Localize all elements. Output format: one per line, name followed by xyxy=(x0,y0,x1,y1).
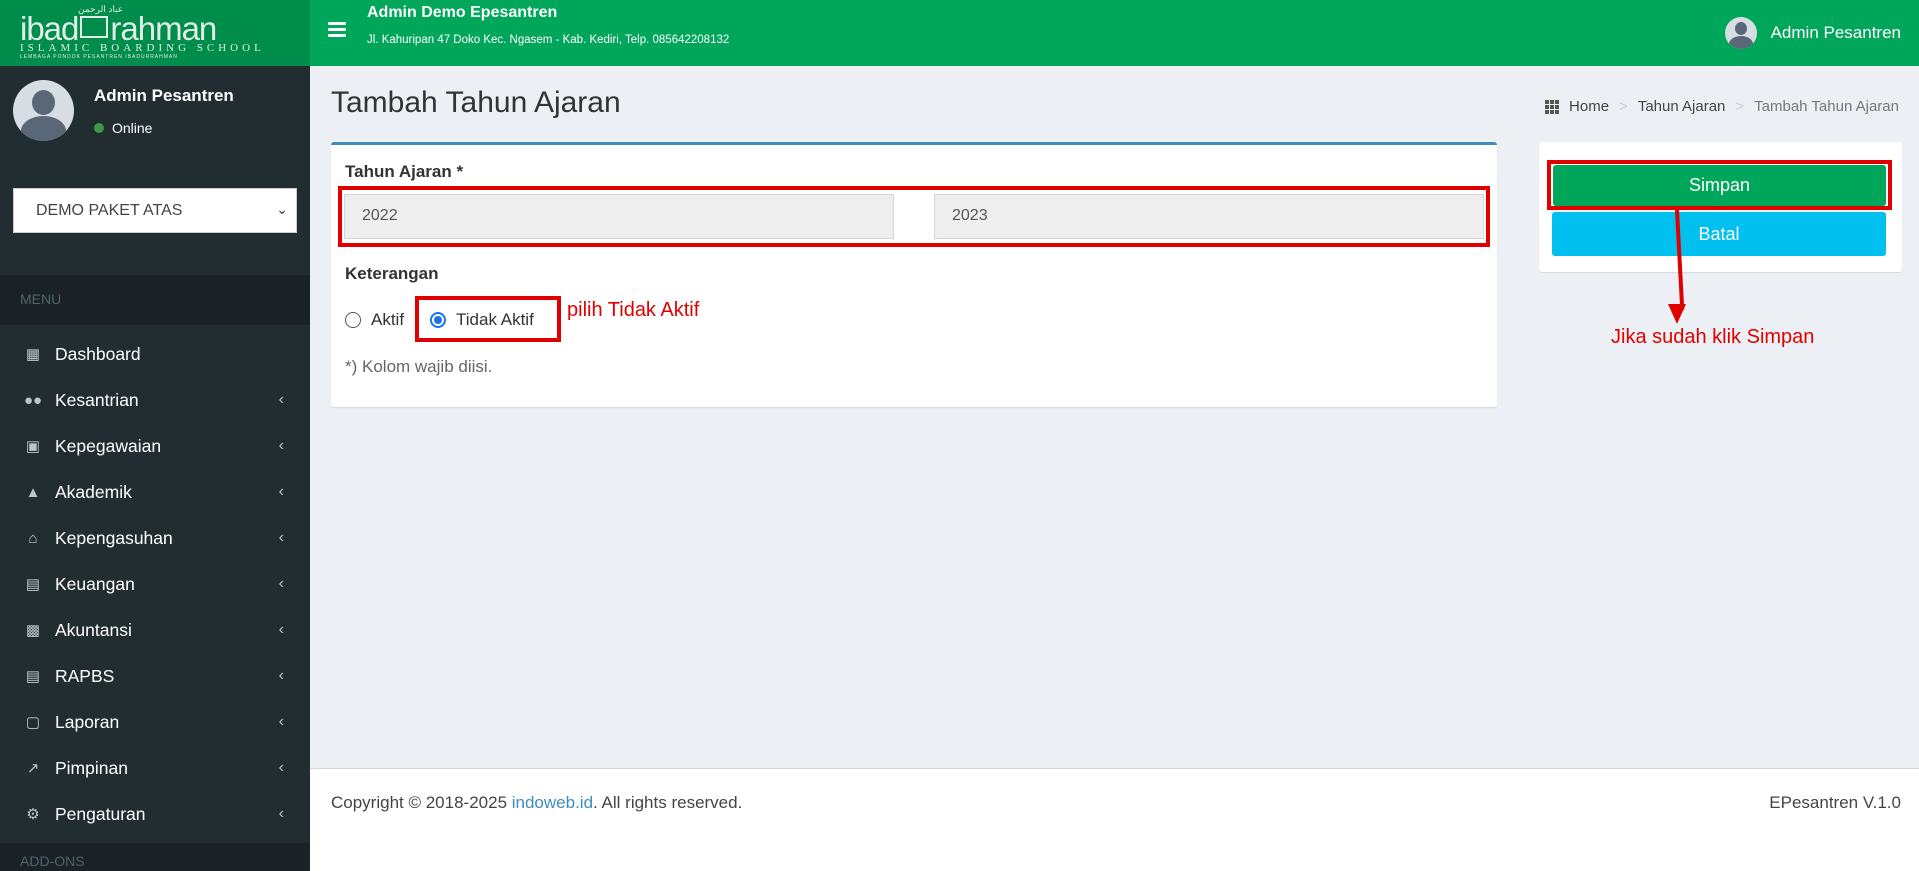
required-note: *) Kolom wajib diisi. xyxy=(345,357,493,376)
tahun-ajaran-label: Tahun Ajaran * xyxy=(345,162,464,181)
sidebar-item-kesantrian[interactable]: ●● Kesantrian ‹ xyxy=(0,380,310,420)
user-status: Online xyxy=(94,120,152,136)
sidebar: Admin Pesantren Online DEMO PAKET ATAS ⌄… xyxy=(0,66,310,871)
briefcase-icon: ▣ xyxy=(25,438,41,455)
breadcrumb-separator: > xyxy=(1735,98,1745,115)
top-navbar: عباد الرحمن ibad rahman ISLAMIC BOARDING … xyxy=(0,0,1919,66)
chevron-left-icon: ‹ xyxy=(278,805,284,822)
addons-header: ADD-ONS xyxy=(0,843,310,871)
chevron-left-icon: ‹ xyxy=(278,621,284,638)
logo-mark-icon xyxy=(80,16,109,38)
radio-aktif[interactable]: Aktif xyxy=(345,310,404,330)
sidebar-user-name: Admin Pesantren xyxy=(94,86,234,105)
chevron-left-icon: ‹ xyxy=(278,667,284,684)
app-address: Jl. Kahuripan 47 Doko Kec. Ngasem - Kab.… xyxy=(367,34,730,46)
cancel-button[interactable]: Batal xyxy=(1552,212,1886,256)
sidebar-item-pengaturan[interactable]: ⚙ Pengaturan ‹ xyxy=(0,794,310,834)
graduation-cap-icon: ▲ xyxy=(25,483,41,501)
breadcrumb-home[interactable]: Home xyxy=(1569,98,1609,115)
app-title: Admin Demo Epesantren xyxy=(367,4,558,21)
user-avatar-icon xyxy=(1724,17,1757,49)
keterangan-label: Keterangan xyxy=(345,264,439,283)
avatar xyxy=(13,80,74,141)
footer: Copyright © 2018-2025 indoweb.id. All ri… xyxy=(310,768,1919,871)
package-select[interactable]: DEMO PAKET ATAS ⌄ xyxy=(13,188,297,233)
chevron-left-icon: ‹ xyxy=(278,529,284,546)
highlight-tahun-inputs xyxy=(338,186,1490,247)
breadcrumb-separator: > xyxy=(1619,98,1628,115)
user-menu-name: Admin Pesantren xyxy=(1770,23,1901,42)
breadcrumb: Home > Tahun Ajaran > Tambah Tahun Ajara… xyxy=(1545,98,1899,115)
logo-subtitle-small: LEMBAGA PONDOK PESANTREN IBADURRAHMAN xyxy=(20,54,178,60)
online-dot-icon xyxy=(94,123,104,133)
sidebar-toggle-icon[interactable] xyxy=(328,22,346,38)
sidebar-item-rapbs[interactable]: ▤ RAPBS ‹ xyxy=(0,656,310,696)
footer-link[interactable]: indoweb.id xyxy=(512,793,593,812)
dashboard-grid-icon xyxy=(1545,99,1560,114)
chevron-left-icon: ‹ xyxy=(278,483,284,500)
sidebar-item-laporan[interactable]: ▢ Laporan ‹ xyxy=(0,702,310,742)
copyright: Copyright © 2018-2025 indoweb.id. All ri… xyxy=(331,793,743,812)
highlight-tidak-aktif xyxy=(415,296,561,342)
page-title: Tambah Tahun Ajaran xyxy=(331,86,621,119)
book-icon: ▩ xyxy=(25,622,41,639)
home-icon: ⌂ xyxy=(28,529,38,547)
grid-icon: ▦ xyxy=(25,346,41,363)
line-chart-icon: ↗ xyxy=(26,760,40,777)
radio-hint-annotation: pilih Tidak Aktif xyxy=(567,299,700,321)
sidebar-item-akuntansi[interactable]: ▩ Akuntansi ‹ xyxy=(0,610,310,650)
chevron-down-icon: ⌄ xyxy=(276,201,288,217)
brand-logo[interactable]: عباد الرحمن ibad rahman ISLAMIC BOARDING … xyxy=(0,0,310,66)
chevron-left-icon: ‹ xyxy=(278,437,284,454)
logo-subtitle: ISLAMIC BOARDING SCHOOL xyxy=(20,42,265,54)
sidebar-item-kepegawaian[interactable]: ▣ Kepegawaian ‹ xyxy=(0,426,310,466)
chevron-left-icon: ‹ xyxy=(278,713,284,730)
app-version: EPesantren V.1.0 xyxy=(1769,793,1901,812)
chevron-left-icon: ‹ xyxy=(278,759,284,776)
save-hint-annotation: Jika sudah klik Simpan xyxy=(1611,326,1815,348)
gear-icon: ⚙ xyxy=(26,806,40,823)
sidebar-item-dashboard[interactable]: ▦ Dashboard xyxy=(0,334,310,374)
chevron-left-icon: ‹ xyxy=(278,391,284,408)
money-icon: ▤ xyxy=(25,668,41,685)
annotation-arrow-head-icon xyxy=(1668,304,1686,324)
highlight-save-button xyxy=(1547,160,1892,210)
sidebar-item-akademik[interactable]: ▲ Akademik ‹ xyxy=(0,472,310,512)
menu-header: MENU xyxy=(0,275,310,325)
money-icon: ▤ xyxy=(25,576,41,593)
chevron-left-icon: ‹ xyxy=(278,575,284,592)
users-icon: ●● xyxy=(23,391,43,409)
breadcrumb-tahun-ajaran[interactable]: Tahun Ajaran xyxy=(1638,98,1726,115)
file-icon: ▢ xyxy=(25,714,41,731)
radio-circle-unchecked xyxy=(345,312,361,328)
user-menu[interactable]: Admin Pesantren xyxy=(1724,17,1901,49)
sidebar-item-keuangan[interactable]: ▤ Keuangan ‹ xyxy=(0,564,310,604)
user-panel: Admin Pesantren Online xyxy=(0,66,310,166)
form-box xyxy=(331,142,1497,407)
breadcrumb-current: Tambah Tahun Ajaran xyxy=(1754,98,1899,115)
sidebar-item-pimpinan[interactable]: ↗ Pimpinan ‹ xyxy=(0,748,310,788)
sidebar-item-kepengasuhan[interactable]: ⌂ Kepengasuhan ‹ xyxy=(0,518,310,558)
